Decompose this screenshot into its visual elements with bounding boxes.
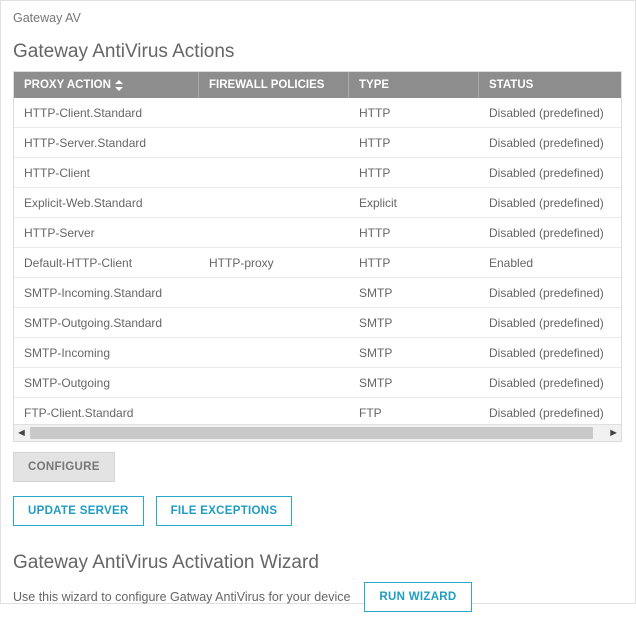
column-header-type[interactable]: TYPE [349,72,479,98]
section-title-antivirus-actions: Gateway AntiVirus Actions [13,41,623,63]
cell-type: SMTP [349,286,479,300]
cell-proxy-action: SMTP-Outgoing [14,376,199,390]
table-row[interactable]: HTTP-Server.Standard HTTPDisabled (predef… [14,128,621,158]
breadcrumb: Gateway AV [13,9,623,31]
cell-proxy-action: FTP-Client.Standard [14,406,199,420]
table-row[interactable]: SMTP-Outgoing.Standard SMTPDisabled (pred… [14,308,621,338]
cell-type: HTTP [349,106,479,120]
run-wizard-button[interactable]: RUN WIZARD [364,582,471,612]
cell-proxy-action: HTTP-Client [14,166,199,180]
cell-status: Disabled (predefined) [479,316,621,330]
configure-button[interactable]: CONFIGURE [13,452,115,482]
cell-proxy-action: Explicit-Web.Standard [14,196,199,210]
cell-type: HTTP [349,136,479,150]
table-row[interactable]: HTTP-Client HTTPDisabled (predefined) [14,158,621,188]
cell-type: Explicit [349,196,479,210]
cell-status: Disabled (predefined) [479,226,621,240]
table-header: PROXY ACTION FIREWALL POLICIES TYPE STAT… [14,72,621,98]
column-header-label: PROXY ACTION [24,79,111,91]
cell-proxy-action: HTTP-Server [14,226,199,240]
column-header-status[interactable]: STATUS [479,72,607,98]
column-header-firewall-policies[interactable]: FIREWALL POLICIES [199,72,349,98]
table-body[interactable]: HTTP-Client.StandardHTTPDisabled (predef… [14,98,621,424]
table-row[interactable]: FTP-Client.Standard FTPDisabled (predefin… [14,398,621,424]
cell-type: SMTP [349,376,479,390]
section-title-activation-wizard: Gateway AntiVirus Activation Wizard [13,552,623,574]
antivirus-actions-table: PROXY ACTION FIREWALL POLICIES TYPE STAT… [13,71,622,442]
table-row[interactable]: SMTP-Incoming.Standard SMTPDisabled (pred… [14,278,621,308]
table-row[interactable]: HTTP-Server HTTPDisabled (predefined) [14,218,621,248]
cell-type: SMTP [349,316,479,330]
cell-status: Disabled (predefined) [479,166,621,180]
scroll-left-icon[interactable]: ◄ [16,427,27,439]
column-header-label: STATUS [489,79,533,91]
cell-type: HTTP [349,256,479,270]
wizard-description: Use this wizard to configure Gatway Anti… [13,590,350,604]
cell-proxy-action: HTTP-Server.Standard [14,136,199,150]
horizontal-scrollbar[interactable]: ◄ ► [14,424,621,441]
cell-status: Disabled (predefined) [479,136,621,150]
cell-type: HTTP [349,166,479,180]
cell-type: HTTP [349,226,479,240]
column-header-proxy-action[interactable]: PROXY ACTION [14,72,199,98]
cell-status: Disabled (predefined) [479,376,621,390]
table-row[interactable]: SMTP-Outgoing SMTPDisabled (predefined) [14,368,621,398]
cell-proxy-action: SMTP-Outgoing.Standard [14,316,199,330]
table-row[interactable]: Default-HTTP-ClientHTTP-proxyHTTPEnabled [14,248,621,278]
cell-status: Disabled (predefined) [479,196,621,210]
cell-proxy-action: SMTP-Incoming [14,346,199,360]
cell-proxy-action: Default-HTTP-Client [14,256,199,270]
sort-icon [115,80,123,91]
cell-proxy-action: HTTP-Client.Standard [14,106,199,120]
column-header-label: FIREWALL POLICIES [209,79,324,91]
cell-status: Disabled (predefined) [479,106,621,120]
cell-status: Disabled (predefined) [479,346,621,360]
table-row[interactable]: SMTP-Incoming SMTPDisabled (predefined) [14,338,621,368]
cell-type: SMTP [349,346,479,360]
table-row[interactable]: HTTP-Client.Standard HTTPDisabled (predef… [14,98,621,128]
scroll-thumb[interactable] [30,427,593,439]
scroll-right-icon[interactable]: ► [608,427,619,439]
cell-status: Disabled (predefined) [479,286,621,300]
cell-status: Disabled (predefined) [479,406,621,420]
cell-status: Enabled [479,256,621,270]
table-row[interactable]: Explicit-Web.Standard ExplicitDisabled (p… [14,188,621,218]
cell-proxy-action: SMTP-Incoming.Standard [14,286,199,300]
column-header-label: TYPE [359,79,389,91]
cell-type: FTP [349,406,479,420]
update-server-button[interactable]: UPDATE SERVER [13,496,144,526]
cell-firewall-policies: HTTP-proxy [199,256,349,270]
file-exceptions-button[interactable]: FILE EXCEPTIONS [156,496,293,526]
